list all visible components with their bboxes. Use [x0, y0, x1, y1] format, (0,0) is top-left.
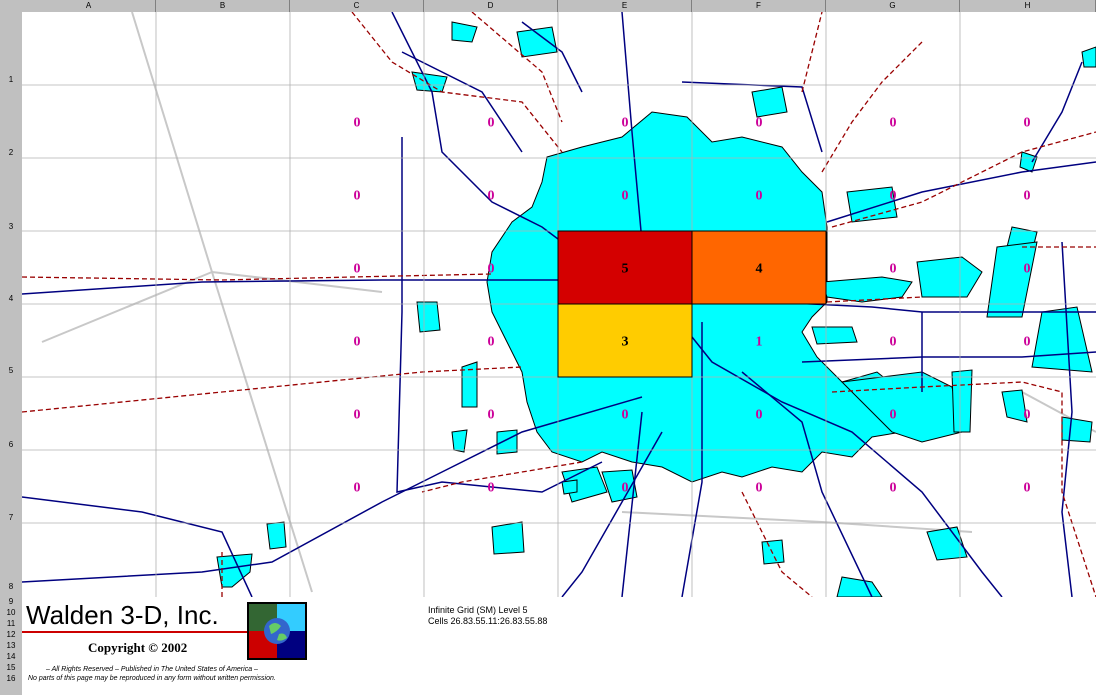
cell-value[interactable]: 3	[622, 335, 629, 350]
row-header-bar: 1 2 3 4 5 6 7 8 9 10 11 12 13 14 15 16	[0, 12, 23, 695]
row-header-12[interactable]: 12	[0, 630, 22, 639]
cell-value[interactable]: 0	[756, 481, 763, 496]
cell-value[interactable]: 0	[354, 408, 361, 423]
row-header-3[interactable]: 3	[0, 222, 22, 231]
cell-value[interactable]: 0	[354, 189, 361, 204]
cell-value[interactable]: 0	[890, 335, 897, 350]
cell-value[interactable]: 0	[488, 481, 495, 496]
rights-text: – All Rights Reserved – Published in The…	[46, 666, 258, 673]
row-header-13[interactable]: 13	[0, 641, 22, 650]
no-reproduction-text: No parts of this page may be reproduced …	[28, 675, 276, 682]
row-header-7[interactable]: 7	[0, 513, 22, 522]
column-header-b[interactable]: B	[156, 0, 290, 12]
row-header-5[interactable]: 5	[0, 366, 22, 375]
cell-value[interactable]: 0	[488, 262, 495, 277]
row-header-4[interactable]: 4	[0, 294, 22, 303]
column-header-f[interactable]: F	[692, 0, 826, 12]
company-name: Walden 3-D, Inc.	[26, 600, 219, 630]
cell-value[interactable]: 0	[1024, 335, 1031, 350]
column-header-h[interactable]: H	[960, 0, 1096, 12]
cell-value[interactable]: 0	[890, 116, 897, 131]
row-header-9[interactable]: 9	[0, 597, 22, 606]
column-header-d[interactable]: D	[424, 0, 558, 12]
cell-value[interactable]: 0	[1024, 189, 1031, 204]
cell-range: Cells 26.83.55.11:26.83.55.88	[428, 616, 548, 626]
cell-value[interactable]: 4	[756, 262, 763, 277]
cell-value[interactable]: 0	[488, 116, 495, 131]
cell-value[interactable]: 1	[756, 335, 763, 350]
cell-value[interactable]: 0	[1024, 116, 1031, 131]
cell-value[interactable]: 0	[354, 481, 361, 496]
row-header-10[interactable]: 10	[0, 608, 22, 617]
cell-value[interactable]: 0	[622, 116, 629, 131]
column-header-a[interactable]: A	[22, 0, 156, 12]
cell-value[interactable]: 0	[756, 189, 763, 204]
map-canvas: 0 0 0 0 0 0 0 0 0 0 0 0 0 0 5 4 0 0 0 0 3 1 0 0 0 0 0 0 0 0 0 0 0 0 0 0	[22, 12, 1096, 597]
cell-value[interactable]: 0	[354, 116, 361, 131]
row-header-2[interactable]: 2	[0, 148, 22, 157]
row-header-1[interactable]: 1	[0, 75, 22, 84]
grid-info: Infinite Grid (SM) Level 5 Cells 26.83.5…	[428, 605, 547, 627]
cell-value[interactable]: 0	[488, 335, 495, 350]
column-header-e[interactable]: E	[558, 0, 692, 12]
cell-value[interactable]: 0	[890, 262, 897, 277]
cell-value[interactable]: 0	[622, 189, 629, 204]
row-header-11[interactable]: 11	[0, 619, 22, 628]
divider	[22, 631, 247, 633]
cell-value[interactable]: 0	[1024, 408, 1031, 423]
row-header-6[interactable]: 6	[0, 440, 22, 449]
cell-value[interactable]: 0	[354, 335, 361, 350]
cell-value[interactable]: 0	[622, 408, 629, 423]
copyright-text: Copyright © 2002	[88, 640, 188, 655]
column-header-c[interactable]: C	[290, 0, 424, 12]
row-header-15[interactable]: 15	[0, 663, 22, 672]
cell-value[interactable]: 0	[488, 408, 495, 423]
cell-value[interactable]: 0	[354, 262, 361, 277]
cell-value[interactable]: 0	[1024, 262, 1031, 277]
cell-value[interactable]: 0	[1024, 481, 1031, 496]
cell-value[interactable]: 0	[890, 189, 897, 204]
row-header-16[interactable]: 16	[0, 674, 22, 683]
cell-value[interactable]: 0	[756, 408, 763, 423]
cell-value[interactable]: 5	[622, 262, 629, 277]
cell-value[interactable]: 0	[756, 116, 763, 131]
cell-value[interactable]: 0	[488, 189, 495, 204]
cell-value[interactable]: 0	[890, 408, 897, 423]
row-header-14[interactable]: 14	[0, 652, 22, 661]
row-header-8[interactable]: 8	[0, 582, 22, 591]
column-header-g[interactable]: G	[826, 0, 960, 12]
grid-level: Infinite Grid (SM) Level 5	[428, 605, 528, 615]
globe-logo-icon	[247, 602, 307, 660]
cell-value[interactable]: 0	[890, 481, 897, 496]
cell-value[interactable]: 0	[622, 481, 629, 496]
